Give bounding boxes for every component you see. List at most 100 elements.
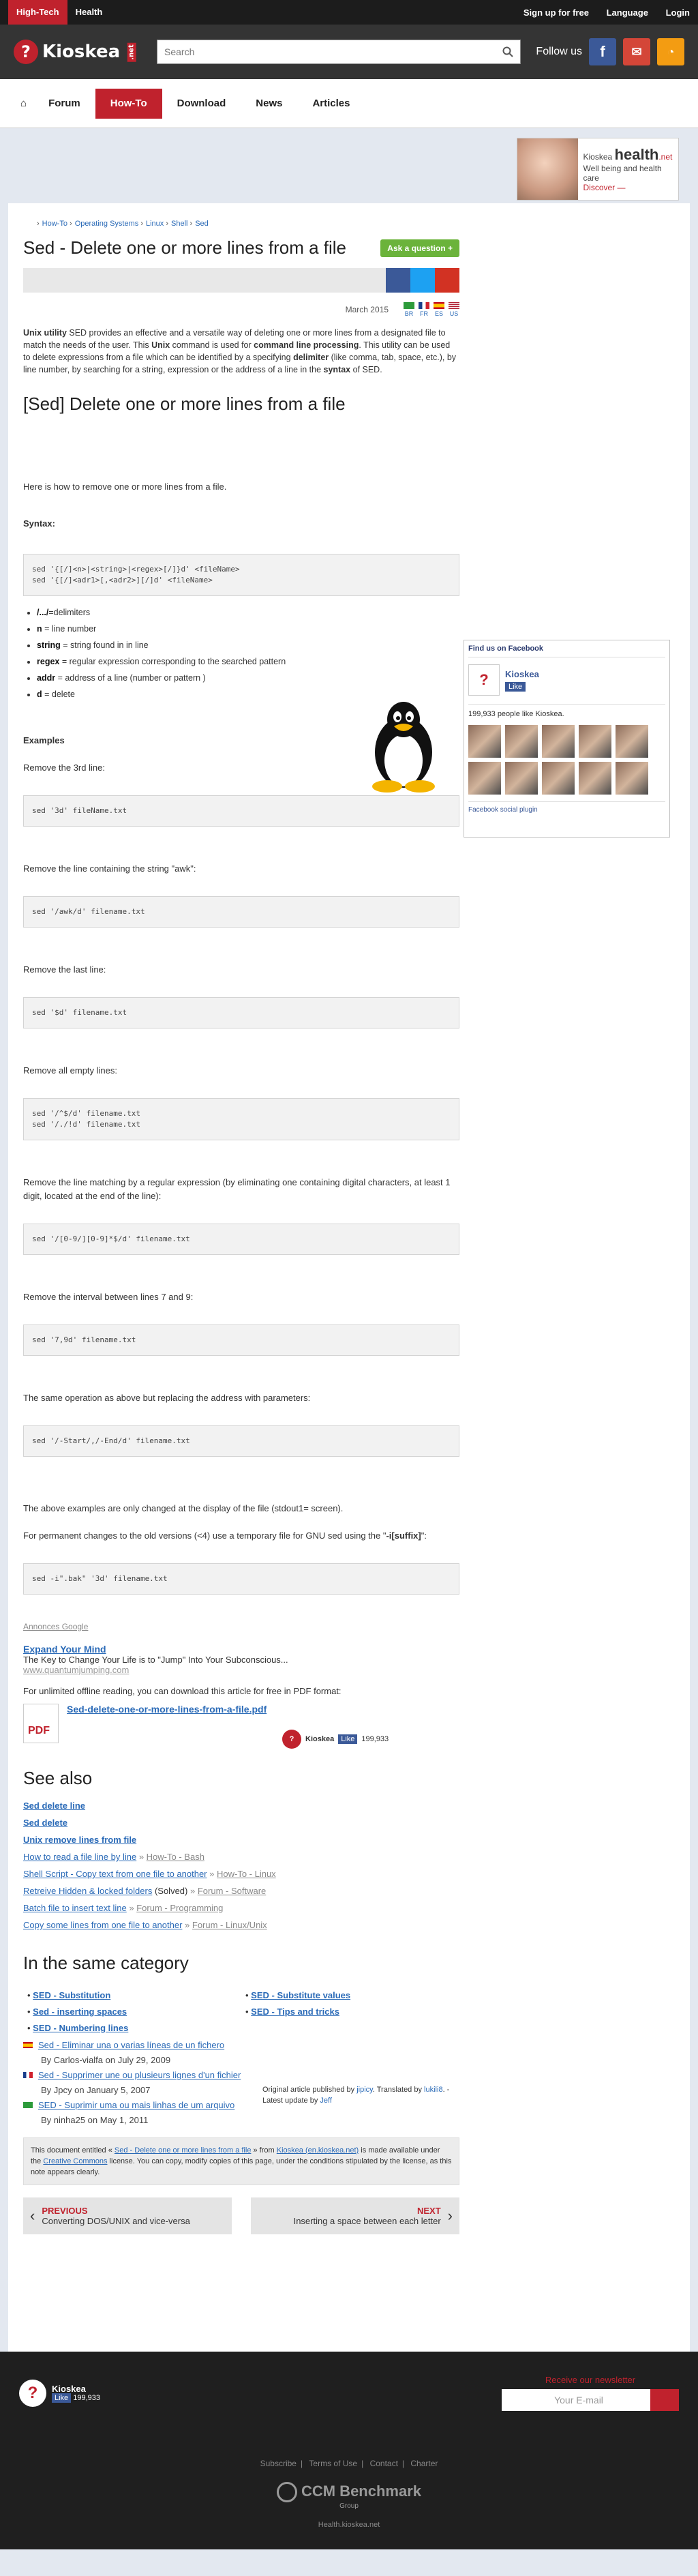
nav-articles[interactable]: Articles xyxy=(297,89,365,119)
see-also-link[interactable]: Sed delete line xyxy=(23,1801,85,1811)
nav-how-to[interactable]: How-To xyxy=(95,88,162,119)
subscribe-button[interactable] xyxy=(650,2389,679,2411)
final-code: sed -i".bak" '3d' filename.txt xyxy=(23,1563,459,1595)
flag-br-icon[interactable]: BR xyxy=(404,302,414,317)
fb-like-button[interactable]: Like xyxy=(338,1734,358,1744)
intl-link[interactable]: Sed - Eliminar una o varias líneas de un… xyxy=(38,2040,224,2050)
share-google-icon[interactable] xyxy=(435,268,459,293)
footer-link[interactable]: Charter xyxy=(410,2459,438,2468)
see-also-link[interactable]: Sed delete xyxy=(23,1818,67,1828)
fb-like-button[interactable]: Like xyxy=(505,681,526,692)
list-item: /.../=delimiters xyxy=(37,604,459,621)
search-input[interactable] xyxy=(164,46,502,57)
logo-icon: ? xyxy=(282,1730,301,1749)
next-button[interactable]: NEXT Inserting a space between each lette… xyxy=(251,2197,459,2234)
header: ? Kioskea .net Follow us f ✉ ◔ xyxy=(0,25,698,79)
ad-title-link[interactable]: Expand Your Mind xyxy=(23,1644,459,1655)
avatar[interactable] xyxy=(579,725,611,758)
avatar[interactable] xyxy=(468,762,501,795)
avatar[interactable] xyxy=(505,762,538,795)
ask-question-button[interactable]: Ask a question + xyxy=(380,239,459,257)
avatar[interactable] xyxy=(542,762,575,795)
pdf-icon[interactable] xyxy=(23,1704,59,1743)
display-note: The above examples are only changed at t… xyxy=(23,1503,344,1513)
facebook-icon[interactable]: f xyxy=(589,38,616,65)
example-code: sed '/-Start/,/-End/d' filename.txt xyxy=(23,1425,459,1457)
howto-text: Here is how to remove one or more lines … xyxy=(23,482,227,492)
main-nav: ⌂ Forum How-To Download News Articles xyxy=(0,79,698,128)
health-ad[interactable]: Kioskea health.net Well being and health… xyxy=(517,138,679,201)
ccm-logo[interactable]: CCM Benchmark Group xyxy=(0,2482,698,2510)
email-icon[interactable]: ✉ xyxy=(623,38,650,65)
ad-url-link[interactable]: www.quantumjumping.com xyxy=(23,1665,459,1675)
intl-link[interactable]: SED - Suprimir uma ou mais linhas de um … xyxy=(38,2100,234,2110)
crumb-sed[interactable]: Sed xyxy=(195,220,209,228)
see-also-link[interactable]: Batch file to insert text line xyxy=(23,1903,127,1913)
footer-link[interactable]: Terms of Use xyxy=(309,2459,357,2468)
crumb-os[interactable]: Operating Systems xyxy=(75,220,139,228)
list-item: regex = regular expression corresponding… xyxy=(37,653,459,670)
search-icon[interactable] xyxy=(502,46,513,57)
category-link[interactable]: SED - Numbering lines xyxy=(33,2023,128,2033)
crumb-shell[interactable]: Shell xyxy=(171,220,187,228)
category-link[interactable]: Sed - inserting spaces xyxy=(33,2007,127,2017)
category-link[interactable]: SED - Tips and tricks xyxy=(251,2007,339,2017)
avatar[interactable] xyxy=(579,762,611,795)
previous-button[interactable]: ‹ PREVIOUS Converting DOS/UNIX and vice-ve… xyxy=(23,2197,232,2234)
flag-fr-icon[interactable]: FR xyxy=(419,302,429,317)
avatar[interactable] xyxy=(505,725,538,758)
nav-forum[interactable]: Forum xyxy=(33,89,95,119)
signup-link[interactable]: Sign up for free xyxy=(524,8,589,18)
login-link[interactable]: Login xyxy=(666,8,690,18)
intl-link[interactable]: Sed - Supprimer une ou plusieurs lignes … xyxy=(38,2070,241,2080)
nav-news[interactable]: News xyxy=(241,89,297,119)
footer-link[interactable]: Subscribe xyxy=(260,2459,297,2468)
license-notice: This document entitled « Sed - Delete on… xyxy=(23,2137,459,2185)
ccm-icon xyxy=(276,2482,297,2502)
flag-es-icon[interactable]: ES xyxy=(434,302,444,317)
see-also-link[interactable]: How to read a file line by line xyxy=(23,1852,136,1862)
category-link[interactable]: SED - Substitution xyxy=(33,1990,110,2000)
avatar[interactable] xyxy=(468,725,501,758)
see-also-link[interactable]: Copy some lines from one file to another xyxy=(23,1920,182,1930)
fb-page-name[interactable]: Kioskea xyxy=(505,669,539,679)
crumb-how-to[interactable]: How-To xyxy=(42,220,67,228)
avatar[interactable] xyxy=(542,725,575,758)
footer: ? Kioskea Like 199,933 Receive our newsl… xyxy=(0,2352,698,2549)
avatar[interactable] xyxy=(616,762,648,795)
health-link[interactable]: Health.kioskea.net xyxy=(0,2521,698,2529)
category-link[interactable]: SED - Substitute values xyxy=(251,1990,350,2000)
see-also-link[interactable]: Retreive Hidden & locked folders xyxy=(23,1886,152,1896)
section-heading: [Sed] Delete one or more lines from a fi… xyxy=(23,394,346,414)
logo-icon: ? xyxy=(19,2379,46,2407)
site-logo[interactable]: ? Kioskea .net xyxy=(14,40,143,64)
flag-us-icon[interactable]: US xyxy=(449,302,459,317)
language-link[interactable]: Language xyxy=(607,8,648,18)
top-bar: High-Tech Health Sign up for free Langua… xyxy=(0,0,698,25)
see-also-link[interactable]: Unix remove lines from file xyxy=(23,1835,136,1845)
pdf-link[interactable]: Sed-delete-one-or-more-lines-from-a-file… xyxy=(67,1704,267,1715)
footer-links: Subscribe | Terms of Use | Contact | Charte… xyxy=(260,2459,438,2468)
tux-penguin-icon xyxy=(372,702,435,793)
home-icon[interactable]: ⌂ xyxy=(14,89,33,119)
crumb-linux[interactable]: Linux xyxy=(146,220,164,228)
avatar[interactable] xyxy=(616,725,648,758)
same-category-heading: In the same category xyxy=(23,1953,189,1973)
share-facebook-icon[interactable] xyxy=(386,268,410,293)
footer-link[interactable]: Contact xyxy=(370,2459,398,2468)
email-field[interactable]: Your E-mail xyxy=(502,2389,650,2411)
share-twitter-icon[interactable] xyxy=(410,268,435,293)
ad-image xyxy=(517,138,578,200)
see-also-link[interactable]: Shell Script - Copy text from one file t… xyxy=(23,1869,207,1879)
list-item: n = line number xyxy=(37,621,459,637)
flag-br-icon xyxy=(23,2102,33,2108)
tab-high-tech[interactable]: High-Tech xyxy=(8,0,67,25)
share-bar xyxy=(23,268,459,293)
example-text: Remove the line matching by a regular ex… xyxy=(23,1177,451,1201)
fb-like-button[interactable]: Like xyxy=(52,2393,72,2403)
tab-health[interactable]: Health xyxy=(67,0,111,25)
nav-download[interactable]: Download xyxy=(162,89,241,119)
logo-icon: ? xyxy=(468,664,500,696)
rss-icon[interactable]: ◔ xyxy=(657,38,684,65)
main-content: › How-To › Operating Systems › Linux › Shell… xyxy=(8,203,690,2352)
